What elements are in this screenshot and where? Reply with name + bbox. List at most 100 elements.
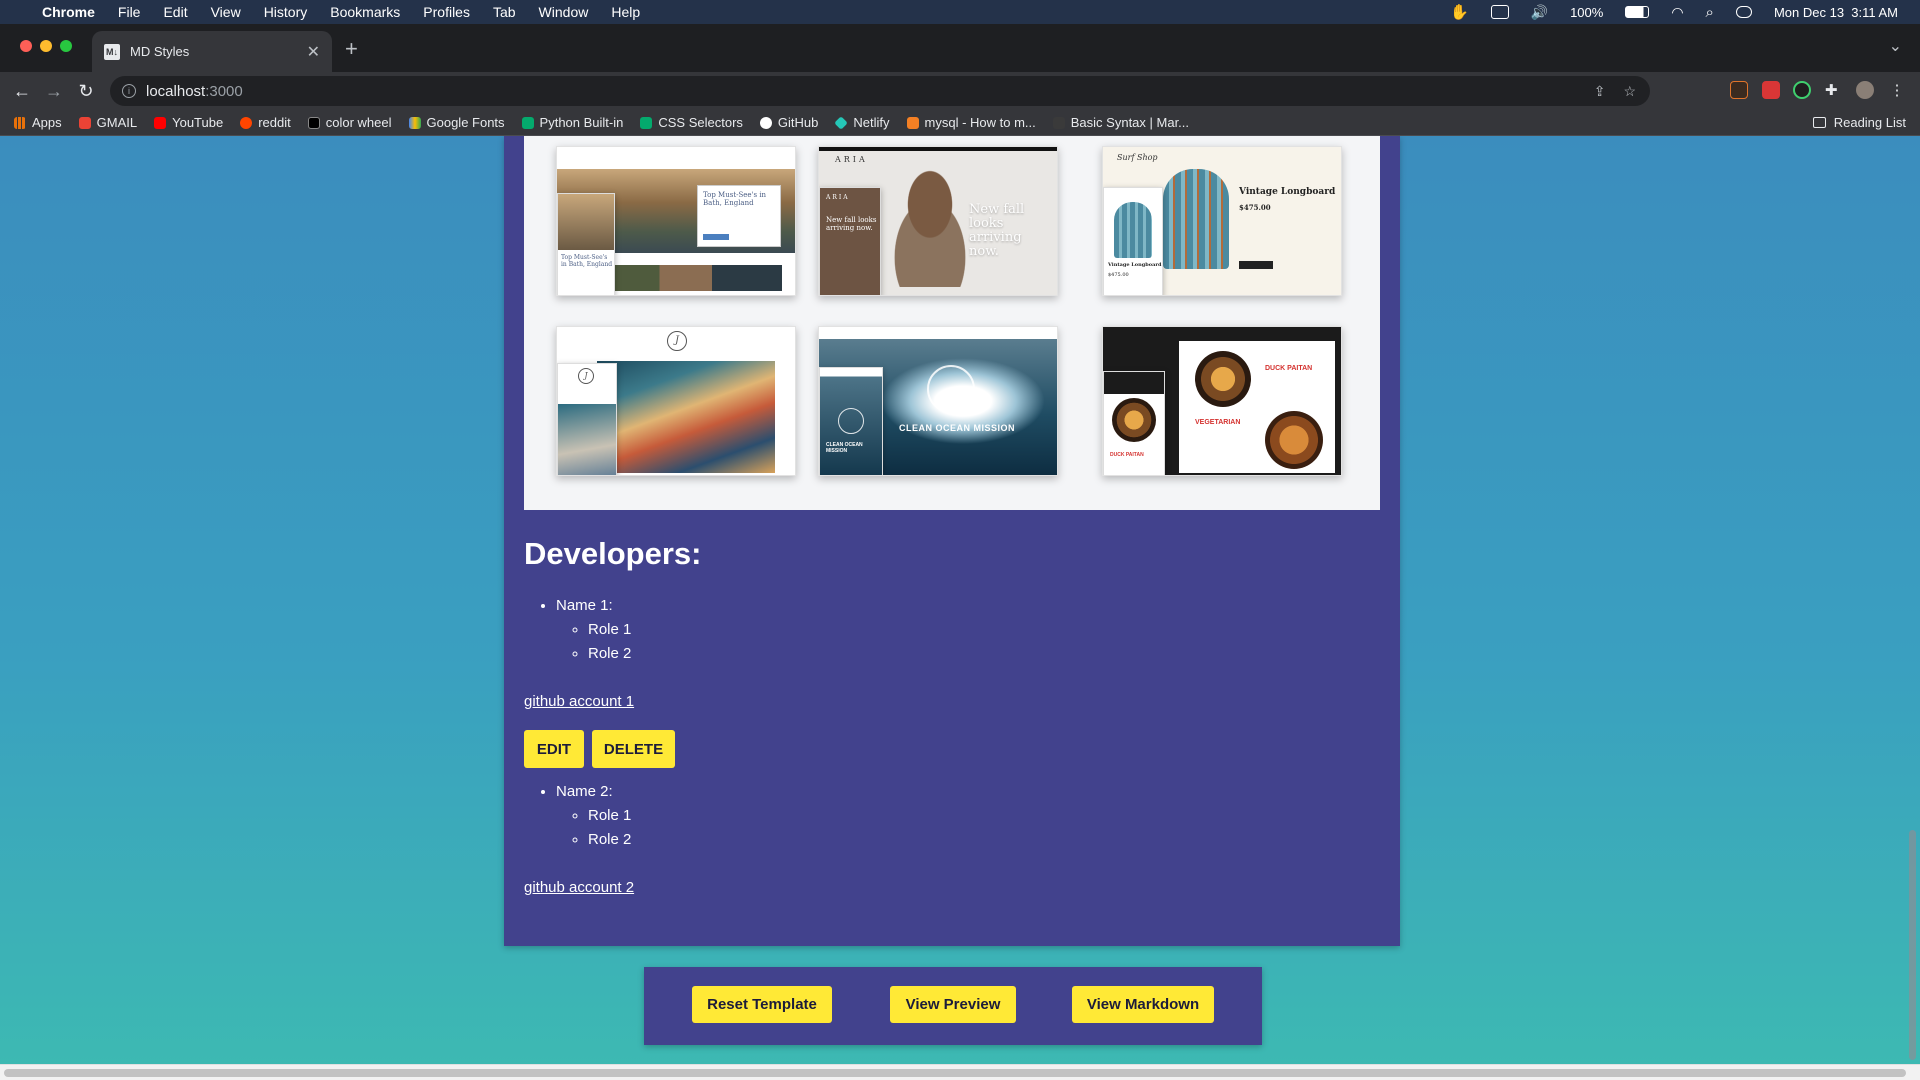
menu-app-name[interactable]: Chrome xyxy=(42,4,95,20)
bookmark-label: reddit xyxy=(258,115,291,130)
menu-history[interactable]: History xyxy=(264,4,308,20)
bookmark-basic-syntax[interactable]: Basic Syntax | Mar... xyxy=(1052,115,1190,130)
painting-mobile-logo: J xyxy=(578,368,594,384)
extension-red-icon[interactable] xyxy=(1762,81,1780,99)
address-bar[interactable]: i localhost:3000 ⇪ ☆ xyxy=(110,76,1650,106)
menu-help[interactable]: Help xyxy=(611,4,640,20)
screen-icon[interactable] xyxy=(1490,5,1509,19)
battery-icon[interactable] xyxy=(1625,6,1650,18)
reading-list[interactable]: Reading List xyxy=(1812,115,1920,130)
url-host: localhost xyxy=(146,82,206,100)
action-bar: Reset Template View Preview View Markdow… xyxy=(644,967,1262,1045)
bookmark-google-fonts[interactable]: Google Fonts xyxy=(408,115,505,130)
url-port: :3000 xyxy=(205,82,243,100)
reddit-icon xyxy=(240,116,253,129)
control-center-icon[interactable] xyxy=(1735,6,1752,18)
close-window-button[interactable] xyxy=(20,40,32,52)
developers-heading: Developers: xyxy=(524,536,702,571)
reset-template-button[interactable]: Reset Template xyxy=(692,986,832,1023)
forward-icon[interactable]: → xyxy=(38,81,70,102)
new-tab-icon[interactable]: + xyxy=(345,36,358,62)
bookmarks-bar: Apps GMAIL YouTube reddit color wheel Go… xyxy=(0,110,1920,136)
view-preview-button[interactable]: View Preview xyxy=(890,986,1016,1023)
developer-list-1: Name 1: Role 1 Role 2 xyxy=(556,594,631,666)
extensions-puzzle-icon[interactable]: ✚ xyxy=(1825,81,1843,99)
profile-avatar[interactable] xyxy=(1856,81,1874,99)
close-tab-icon[interactable]: ✕ xyxy=(307,42,320,62)
surf-board-photo xyxy=(1163,169,1229,269)
wifi-icon[interactable]: ◠ xyxy=(1671,4,1683,21)
bookmark-apps[interactable]: Apps xyxy=(14,115,62,130)
github-icon xyxy=(759,116,772,129)
bath-thumbnails xyxy=(607,265,782,291)
bookmark-label: Basic Syntax | Mar... xyxy=(1070,115,1190,130)
ramen-mobile-bowl xyxy=(1112,398,1156,442)
bookmark-css-selectors[interactable]: CSS Selectors xyxy=(640,115,743,130)
bath-mobile-title: Top Must-See's in Bath, England xyxy=(561,254,613,268)
w3schools-icon xyxy=(640,116,653,129)
delete-button[interactable]: DELETE xyxy=(592,730,675,768)
bookmark-gmail[interactable]: GMAIL xyxy=(78,115,137,130)
template-card: Top Must-See's in Bath, England Top Must… xyxy=(504,136,1400,946)
volume-icon[interactable]: 🔊 xyxy=(1531,4,1548,21)
developer-roles-1: Role 1 Role 2 xyxy=(556,618,631,666)
horizontal-scrollbar[interactable] xyxy=(0,1064,1920,1080)
aria-topbar xyxy=(819,147,1057,151)
tab-md-styles[interactable]: M↓ MD Styles ✕ xyxy=(92,31,332,72)
zoom-window-button[interactable] xyxy=(60,40,72,52)
markdown-guide-icon xyxy=(1052,116,1065,129)
battery-percent[interactable]: 100% xyxy=(1570,5,1603,20)
developer-name-text: Name 1: xyxy=(556,597,613,614)
clock[interactable]: Mon Dec 13 3:11 AM xyxy=(1774,5,1898,20)
ramen-title-vegetarian: VEGETARIAN xyxy=(1195,419,1241,426)
bookmark-netlify[interactable]: Netlify xyxy=(834,115,890,130)
browser-toolbar: ← → ↻ i localhost:3000 ⇪ ☆ ✚ ⋮ xyxy=(0,72,1920,110)
menu-profiles[interactable]: Profiles xyxy=(423,4,470,20)
screenshot-gallery: Top Must-See's in Bath, England Top Must… xyxy=(524,136,1380,510)
bookmark-python-builtin[interactable]: Python Built-in xyxy=(521,115,623,130)
extension-icon[interactable] xyxy=(1730,81,1748,99)
ramen-bowl-1 xyxy=(1195,351,1251,407)
menu-bookmarks[interactable]: Bookmarks xyxy=(330,4,400,20)
bookmark-color-wheel[interactable]: color wheel xyxy=(307,115,392,130)
menu-window[interactable]: Window xyxy=(539,4,589,20)
bath-card-button xyxy=(703,234,729,240)
ocean-mobile-title: CLEAN OCEAN MISSION xyxy=(826,442,863,454)
menu-edit[interactable]: Edit xyxy=(163,4,187,20)
vertical-scrollbar[interactable] xyxy=(1904,136,1920,1064)
bath-card-title: Top Must-See's in Bath, England xyxy=(703,191,767,207)
tab-title: MD Styles xyxy=(130,44,190,59)
bookmark-mysql[interactable]: mysql - How to m... xyxy=(906,115,1036,130)
bookmark-star-icon[interactable]: ☆ xyxy=(1623,83,1636,100)
bath-mobile-photo xyxy=(558,194,614,250)
hand-icon[interactable]: ✋ xyxy=(1450,3,1469,21)
vertical-scroll-thumb[interactable] xyxy=(1909,830,1916,1060)
ramen-mobile-title: DUCK PAITAN xyxy=(1110,452,1144,458)
chrome-menu-icon[interactable]: ⋮ xyxy=(1888,81,1906,99)
spotlight-search-icon[interactable]: ⌕ xyxy=(1706,4,1714,21)
menu-tab[interactable]: Tab xyxy=(493,4,516,20)
github-link-2[interactable]: github account 2 xyxy=(524,879,634,896)
view-markdown-button[interactable]: View Markdown xyxy=(1072,986,1214,1023)
reload-icon[interactable]: ↻ xyxy=(70,81,102,102)
menu-file[interactable]: File xyxy=(118,4,141,20)
extension-green-icon[interactable] xyxy=(1793,81,1811,99)
back-icon[interactable]: ← xyxy=(6,81,38,102)
bookmark-label: GitHub xyxy=(777,115,819,130)
menu-view[interactable]: View xyxy=(211,4,241,20)
edit-button[interactable]: EDIT xyxy=(524,730,584,768)
surf-product-price: $475.00 xyxy=(1239,203,1271,212)
horizontal-scroll-thumb[interactable] xyxy=(4,1069,1906,1077)
tab-search-chevron-icon[interactable]: ⌄ xyxy=(1889,36,1902,56)
markdown-favicon-icon: M↓ xyxy=(104,43,120,60)
ramen-bowl-2 xyxy=(1265,411,1323,469)
surf-mobile-price: $475.00 xyxy=(1108,272,1129,278)
site-info-icon[interactable]: i xyxy=(122,84,136,98)
surf-product-title: Vintage Longboard xyxy=(1239,187,1336,197)
minimize-window-button[interactable] xyxy=(40,40,52,52)
bookmark-youtube[interactable]: YouTube xyxy=(154,115,223,130)
share-icon[interactable]: ⇪ xyxy=(1594,83,1606,100)
bookmark-github[interactable]: GitHub xyxy=(759,115,819,130)
github-link-1[interactable]: github account 1 xyxy=(524,693,634,710)
bookmark-reddit[interactable]: reddit xyxy=(240,115,291,130)
